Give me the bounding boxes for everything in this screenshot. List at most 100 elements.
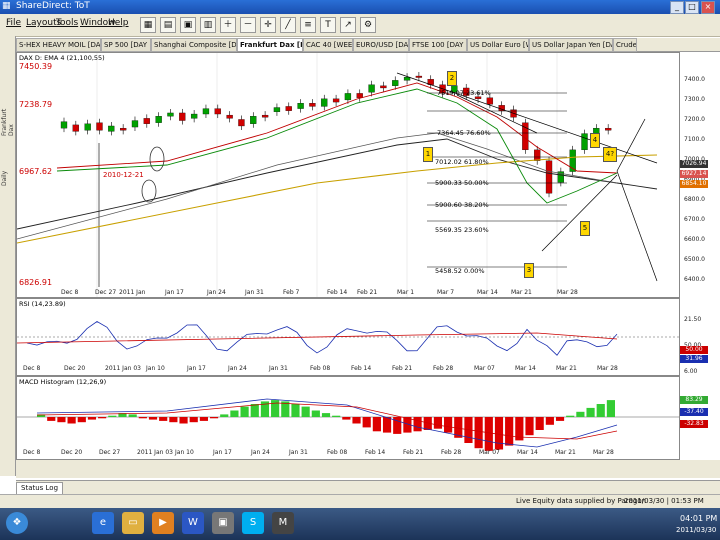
macd-bar-19 xyxy=(230,410,239,417)
main-xtick-4: Jan 24 xyxy=(207,289,226,296)
candle-0 xyxy=(60,121,68,129)
candle-21 xyxy=(309,103,316,107)
chart-tab-bar: S-HEX HEAVY MOIL [DAY 1]SP 500 [DAY 1]Sh… xyxy=(16,38,720,52)
macd-bar-23 xyxy=(271,400,280,417)
crosshair-icon[interactable]: ✛ xyxy=(260,17,276,33)
trend-line-mid xyxy=(456,94,538,134)
macd-bar-45 xyxy=(494,417,504,450)
clock-time[interactable]: 04:01 PM xyxy=(680,514,717,523)
price-tag-1: 6927.14 xyxy=(680,170,708,178)
rsi-panel[interactable]: RSI (14,23.89) Dec 8 Dec 20 2011 Jan 03 Jan… xyxy=(16,298,680,376)
macd-xtick-4: Jan 10 xyxy=(175,449,194,456)
menu-help[interactable]: Help xyxy=(108,18,129,28)
open-icon[interactable]: ▤ xyxy=(160,17,176,33)
tab-9[interactable]: Crude xyxy=(613,38,637,52)
wave-marker-2[interactable]: 3 xyxy=(524,263,534,278)
macd-bar-9 xyxy=(128,414,137,417)
save-icon[interactable]: ▣ xyxy=(180,17,196,33)
tab-6[interactable]: FTSE 100 [DAY 1] xyxy=(409,38,467,52)
macd-bar-14 xyxy=(179,417,188,424)
menu-file[interactable]: File xyxy=(6,18,21,28)
macd-xtick-2: Dec 27 xyxy=(99,449,121,456)
candle-3 xyxy=(96,122,103,131)
rsi-xtick-5: Jan 24 xyxy=(228,365,247,372)
candle-7 xyxy=(143,118,150,124)
annotation-circle-2 xyxy=(141,179,157,203)
tab-5[interactable]: EURO/USD [DAY 1] xyxy=(353,38,409,52)
print-icon[interactable]: ▥ xyxy=(200,17,216,33)
maximize-button[interactable]: □ xyxy=(685,1,699,14)
macd-xtick-6: Jan 24 xyxy=(251,449,270,456)
rsi-xtick-13: Mar 21 xyxy=(556,365,577,372)
macd-bar-1 xyxy=(47,417,56,421)
app-icon[interactable]: ▣ xyxy=(212,512,234,534)
macd-bar-17 xyxy=(209,417,219,419)
macd-bar-31 xyxy=(352,417,361,424)
candle-6 xyxy=(131,120,139,128)
macd-xtick-3: 2011 Jan 03 xyxy=(137,449,173,456)
price-chart-panel[interactable]: DAX D: EMA 4 (21,100,55) 7450.39 7238.79… xyxy=(16,52,680,298)
settings-icon[interactable]: ⚙ xyxy=(360,17,376,33)
wave-marker-5[interactable]: 4? xyxy=(603,147,617,162)
candle-24 xyxy=(344,93,352,101)
rsi-xtick-2: 2011 Jan 03 xyxy=(105,365,141,372)
candle-20 xyxy=(297,103,304,109)
macd-bar-30 xyxy=(342,417,351,420)
rsi-xtick-3: Jan 10 xyxy=(146,365,165,372)
fib-label-6: 5458.52 0.00% xyxy=(435,267,485,275)
close-button[interactable]: × xyxy=(701,1,715,14)
wave-marker-3[interactable]: 4 xyxy=(590,133,600,148)
macd-bar-18 xyxy=(220,414,229,417)
candle-15 xyxy=(238,119,245,127)
candle-44 xyxy=(581,133,588,151)
media-icon[interactable]: ▶ xyxy=(152,512,174,534)
new-chart-icon[interactable]: ▦ xyxy=(140,17,156,33)
candle-9 xyxy=(167,112,174,117)
macd-bar-5 xyxy=(87,417,97,420)
macd-xtick-8: Feb 08 xyxy=(327,449,348,456)
tab-1[interactable]: SP 500 [DAY 1] xyxy=(101,38,151,52)
zoom-out-icon[interactable]: － xyxy=(240,17,256,33)
word-icon[interactable]: W xyxy=(182,512,204,534)
tot-icon[interactable]: M xyxy=(272,512,294,534)
tab-0[interactable]: S-HEX HEAVY MOIL [DAY 1] xyxy=(16,38,101,52)
tab-3[interactable]: Frankfurt Dax [DAY 1] xyxy=(237,38,303,51)
candle-36 xyxy=(486,97,494,105)
ie-icon[interactable]: e xyxy=(92,512,114,534)
macd-bar-46 xyxy=(505,417,514,446)
sidebar-label-period[interactable]: Daily xyxy=(1,146,13,186)
fib-icon[interactable]: ≡ xyxy=(300,17,316,33)
arrow-icon[interactable]: ↗ xyxy=(340,17,356,33)
folder-icon[interactable]: ▭ xyxy=(122,512,144,534)
tab-8[interactable]: US Dollar Japan Yen [DAY 1] xyxy=(529,38,613,52)
clock-date[interactable]: 2011/03/30 xyxy=(676,526,716,534)
wave-marker-1[interactable]: 1 xyxy=(423,147,433,162)
date-annotation: 2010-12-21 xyxy=(103,171,144,179)
wave-marker-0[interactable]: 2 xyxy=(447,71,457,86)
ema-short-line xyxy=(56,82,618,174)
skype-icon[interactable]: S xyxy=(242,512,264,534)
sidebar-label-instrument[interactable]: Frankfurt Dax xyxy=(1,96,15,136)
minimize-button[interactable]: _ xyxy=(670,1,684,14)
draw-line-icon[interactable]: ╱ xyxy=(280,17,296,33)
macd-bar-27 xyxy=(311,410,320,417)
candle-19 xyxy=(285,106,292,111)
macd-panel[interactable]: MACD Histogram (12,26,9) Dec 8 Dec 20 Dec … xyxy=(16,376,680,460)
rsi-xtick-4: Jan 17 xyxy=(187,365,206,372)
macd-bar-15 xyxy=(189,417,198,423)
chart-footer xyxy=(16,460,720,478)
tab-4[interactable]: CAC 40 [WEEK 1] xyxy=(303,38,353,52)
tab-7[interactable]: US Dollar Euro [WEEK 1] xyxy=(467,38,529,52)
zoom-in-icon[interactable]: ＋ xyxy=(220,17,236,33)
macd-bar-10 xyxy=(138,417,147,419)
text-icon[interactable]: T xyxy=(320,17,336,33)
menu-tools[interactable]: Tools xyxy=(56,18,78,28)
candle-12 xyxy=(202,108,210,115)
tab-2[interactable]: Shanghai Composite [DAY 1] xyxy=(151,38,237,52)
main-ytick-0: 7400.0 xyxy=(684,76,705,83)
start-orb-icon[interactable]: ❖ xyxy=(6,512,28,534)
price-label-top: 7450.39 xyxy=(19,62,53,71)
macd-tag-1: -37.40 xyxy=(680,408,708,416)
main-xtick-1: Dec 27 xyxy=(95,289,117,296)
wave-marker-4[interactable]: 5 xyxy=(580,221,590,236)
